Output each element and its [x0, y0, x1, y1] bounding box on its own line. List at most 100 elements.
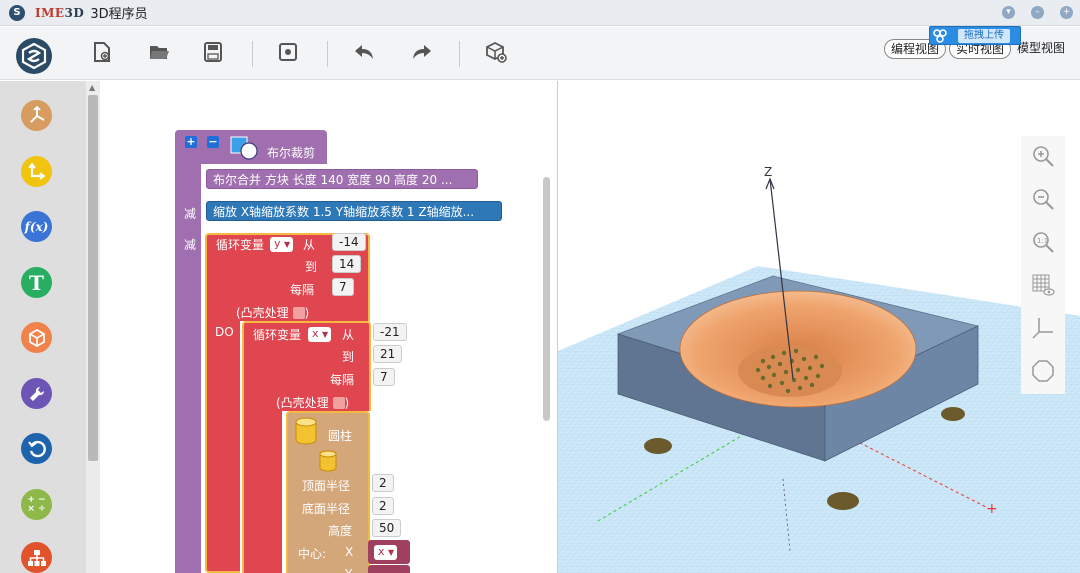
center-x-dropdown[interactable]: x ▼: [374, 545, 398, 560]
3d-viewport[interactable]: + Z: [557, 81, 1080, 573]
scroll-up-arrow-icon[interactable]: ▲: [89, 83, 95, 92]
top-radius-label: 顶面半径: [302, 479, 351, 493]
center-y-variable-block[interactable]: [368, 565, 410, 573]
loop-variable-name: x: [312, 327, 319, 340]
center-x-label: X: [345, 545, 354, 559]
height-input[interactable]: 50: [372, 519, 402, 537]
dropdown-arrow-icon: ▼: [284, 240, 291, 249]
from-label: 从: [303, 238, 316, 252]
app-home-icon[interactable]: [16, 38, 52, 74]
to-value-input[interactable]: 14: [332, 255, 362, 273]
polygon-view-icon[interactable]: [1031, 359, 1055, 383]
center-y-label: Y: [345, 567, 352, 573]
to-label: 到: [305, 260, 318, 274]
step-label: 每隔: [290, 283, 315, 297]
sidebar-scrollbar[interactable]: ▲: [86, 81, 100, 573]
from-label: 从: [342, 328, 355, 342]
inner-loop-do-spine: [242, 411, 282, 573]
maximize-button[interactable]: +: [1060, 6, 1073, 19]
center-x-variable: x: [378, 545, 385, 558]
boolean-cut-icon: [230, 135, 260, 161]
block-workspace[interactable]: + − 布尔裁剪 布尔合并 方块 长度 140 宽度 90 高度 20 ... …: [100, 81, 556, 573]
brand-logo: IME3D: [35, 5, 85, 20]
loop-variable-name: y: [274, 237, 281, 250]
height-label: 高度: [328, 524, 353, 538]
bottom-radius-label: 底面半径: [302, 502, 351, 516]
corner-arrow-category-icon[interactable]: [21, 156, 52, 187]
zoom-reset-icon[interactable]: 1:1: [1031, 230, 1055, 254]
center-label: 中心:: [298, 547, 327, 561]
3d-scene: + Z: [558, 165, 1080, 573]
do-label: DO: [215, 325, 234, 339]
upload-label: 拖拽上传: [958, 28, 1010, 43]
text-category-icon[interactable]: T: [21, 267, 52, 298]
convex-hull-end: ): [344, 396, 350, 410]
hull-toggle-checkbox[interactable]: [292, 307, 305, 319]
scale-block[interactable]: 缩放 X轴缩放系数 1.5 Y轴缩放系数 1 Z轴缩放...: [206, 201, 502, 221]
save-icon[interactable]: [202, 41, 224, 63]
window-title: 3D程序员: [90, 7, 148, 22]
app-logo-icon: S: [9, 4, 25, 21]
loop-variable-label: 循环变量: [216, 238, 265, 252]
hull-toggle-checkbox[interactable]: [332, 397, 345, 409]
to-value-input[interactable]: 21: [373, 345, 403, 363]
foot: [941, 407, 965, 421]
grid-toggle-icon[interactable]: [1031, 273, 1055, 297]
minimize-button[interactable]: –: [1031, 6, 1044, 19]
foot: [644, 438, 672, 454]
undo-icon[interactable]: [353, 41, 375, 63]
main-toolbar: 编程视图 实时视图 模型视图: [0, 27, 1080, 80]
new-file-icon[interactable]: [91, 41, 113, 63]
toolbar-separator: [459, 41, 460, 67]
subtract-label: 减: [184, 207, 197, 221]
drag-upload-badge[interactable]: 拖拽上传: [929, 26, 1021, 45]
top-radius-input[interactable]: 2: [372, 474, 394, 492]
subtract-label: 减: [184, 238, 197, 252]
add-model-cube-icon[interactable]: [485, 41, 507, 63]
z-axis-label: Z: [764, 165, 772, 179]
settings-window-button[interactable]: ▾: [1002, 6, 1015, 19]
dropdown-arrow-icon: ▼: [388, 548, 395, 557]
tools-category-icon[interactable]: [21, 378, 52, 409]
convex-hull-end: ): [304, 306, 310, 320]
svg-text:1:1: 1:1: [1037, 237, 1048, 245]
zoom-out-icon[interactable]: [1031, 187, 1055, 211]
convex-hull-text: (凸壳处理: [276, 396, 329, 410]
dropdown-arrow-icon: ▼: [322, 330, 329, 339]
boolean-union-block[interactable]: 布尔合并 方块 长度 140 宽度 90 高度 20 ...: [206, 169, 478, 189]
boolean-cut-block[interactable]: [175, 130, 201, 573]
collapse-minus-button[interactable]: −: [207, 136, 219, 148]
model-category-icon[interactable]: [21, 322, 52, 353]
workspace-scrollbar[interactable]: [543, 177, 550, 421]
from-value-input[interactable]: -14: [332, 233, 366, 251]
loop-variable-label: 循环变量: [253, 328, 302, 342]
convex-hull-text: (凸壳处理: [236, 306, 289, 320]
to-label: 到: [342, 350, 355, 364]
math-category-icon[interactable]: + − × ÷: [21, 489, 52, 520]
function-category-icon[interactable]: f(x): [21, 211, 52, 242]
bottom-radius-input[interactable]: 2: [372, 497, 394, 515]
settings-panel-icon[interactable]: [277, 41, 299, 63]
redo-icon[interactable]: [411, 41, 433, 63]
step-value-input[interactable]: 7: [373, 368, 395, 386]
loop-variable-dropdown-y[interactable]: y ▼: [270, 237, 294, 252]
toolbar-separator: [327, 41, 328, 67]
sidebar-scroll-thumb[interactable]: [88, 95, 98, 461]
step-label: 每隔: [330, 373, 355, 387]
loop-variable-dropdown-x[interactable]: x ▼: [308, 327, 332, 342]
cloud-upload-icon: [930, 27, 950, 44]
tab-model-view[interactable]: 模型视图: [1014, 39, 1068, 59]
transform-category-icon[interactable]: [21, 100, 52, 131]
open-folder-icon[interactable]: [148, 41, 170, 63]
convex-hull-label: (凸壳处理 ): [276, 394, 349, 411]
zoom-in-icon[interactable]: [1031, 144, 1055, 168]
axes-toggle-icon[interactable]: [1031, 316, 1055, 340]
foot: [827, 492, 859, 510]
loop-category-icon[interactable]: [21, 433, 52, 464]
step-value-input[interactable]: 7: [332, 278, 354, 296]
expand-plus-button[interactable]: +: [185, 136, 197, 148]
x-axis-label: +: [986, 501, 998, 517]
from-value-input[interactable]: -21: [373, 323, 407, 341]
hierarchy-category-icon[interactable]: [21, 542, 52, 573]
block-category-sidebar: f(x) T + − × ÷: [0, 81, 86, 573]
